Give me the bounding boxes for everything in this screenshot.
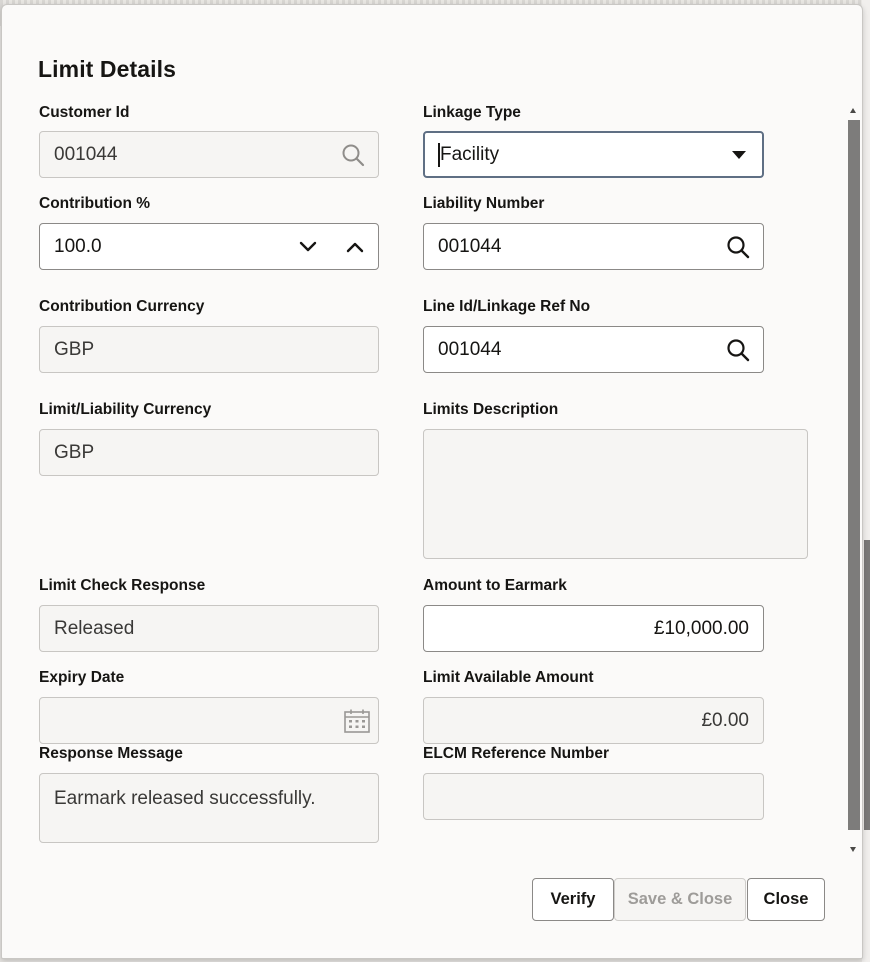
response-message-textarea: Earmark released successfully. xyxy=(39,773,379,843)
linkage-type-label: Linkage Type xyxy=(423,104,521,122)
scrollbar-thumb[interactable] xyxy=(848,120,860,830)
line-id-label: Line Id/Linkage Ref No xyxy=(423,298,590,316)
contribution-pct-value: 100.0 xyxy=(54,236,364,258)
limit-liability-currency-field: GBP xyxy=(39,429,379,476)
amount-to-earmark-value: £10,000.00 xyxy=(654,618,749,640)
text-cursor xyxy=(438,143,440,167)
chevron-up-icon[interactable] xyxy=(346,241,364,253)
contribution-pct-label: Contribution % xyxy=(39,195,150,213)
dialog-title: Limit Details xyxy=(38,56,176,83)
search-icon[interactable] xyxy=(726,235,750,259)
limit-liability-currency-label: Limit/Liability Currency xyxy=(39,401,211,419)
close-button[interactable]: Close xyxy=(747,878,825,921)
liability-number-value: 001044 xyxy=(438,236,749,258)
limit-available-amount-field: £0.00 xyxy=(423,697,764,744)
amount-to-earmark-field[interactable]: £10,000.00 xyxy=(423,605,764,652)
line-id-value: 001044 xyxy=(438,339,749,361)
line-id-field[interactable]: 001044 xyxy=(423,326,764,373)
background-scrollbar xyxy=(864,540,870,830)
response-message-label: Response Message xyxy=(39,745,183,763)
verify-button[interactable]: Verify xyxy=(532,878,614,921)
amount-to-earmark-label: Amount to Earmark xyxy=(423,577,567,595)
limit-check-response-field: Released xyxy=(39,605,379,652)
limit-liability-currency-value: GBP xyxy=(54,442,364,464)
liability-number-field[interactable]: 001044 xyxy=(423,223,764,270)
linkage-type-select[interactable]: Facility xyxy=(423,131,764,178)
elcm-reference-number-label: ELCM Reference Number xyxy=(423,745,609,763)
caret-down-icon[interactable] xyxy=(731,150,747,160)
scroll-up-arrow[interactable] xyxy=(850,108,856,113)
search-icon[interactable] xyxy=(341,143,365,167)
chevron-down-icon[interactable] xyxy=(299,241,317,253)
contribution-currency-label: Contribution Currency xyxy=(39,298,204,316)
limit-available-amount-label: Limit Available Amount xyxy=(423,669,594,687)
expiry-date-label: Expiry Date xyxy=(39,669,124,687)
limit-available-amount-value: £0.00 xyxy=(701,710,749,732)
elcm-reference-number-field xyxy=(423,773,764,820)
linkage-type-value: Facility xyxy=(438,144,748,166)
scroll-down-arrow[interactable] xyxy=(850,847,856,852)
response-message-value: Earmark released successfully. xyxy=(54,788,364,810)
search-icon[interactable] xyxy=(726,338,750,362)
calendar-icon xyxy=(343,708,371,734)
contribution-pct-stepper[interactable]: 100.0 xyxy=(39,223,379,270)
contribution-currency-field: GBP xyxy=(39,326,379,373)
expiry-date-field xyxy=(39,697,379,744)
contribution-currency-value: GBP xyxy=(54,339,364,361)
limit-check-response-value: Released xyxy=(54,618,364,640)
customer-id-field[interactable]: 001044 xyxy=(39,131,379,178)
limit-check-response-label: Limit Check Response xyxy=(39,577,205,595)
limits-description-label: Limits Description xyxy=(423,401,558,419)
customer-id-label: Customer Id xyxy=(39,104,129,122)
customer-id-value: 001044 xyxy=(54,144,364,166)
limits-description-textarea xyxy=(423,429,808,559)
liability-number-label: Liability Number xyxy=(423,195,544,213)
save-close-button[interactable]: Save & Close xyxy=(614,878,746,921)
